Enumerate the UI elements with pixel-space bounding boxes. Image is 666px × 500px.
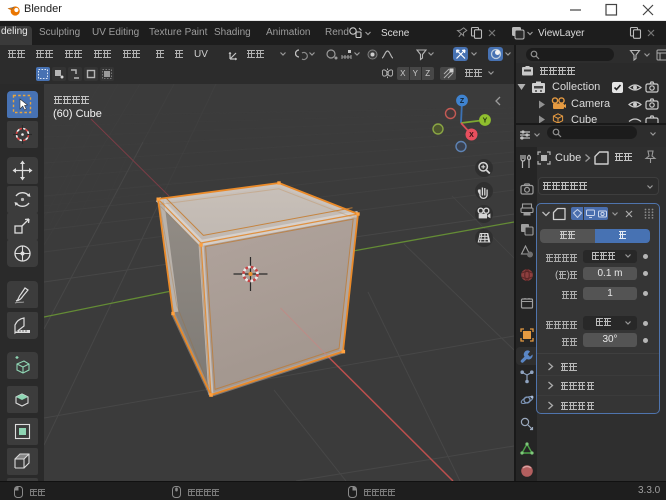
svg-text:Y: Y: [483, 118, 488, 125]
svg-text:Z: Z: [460, 98, 465, 105]
svg-text:X: X: [469, 132, 474, 139]
